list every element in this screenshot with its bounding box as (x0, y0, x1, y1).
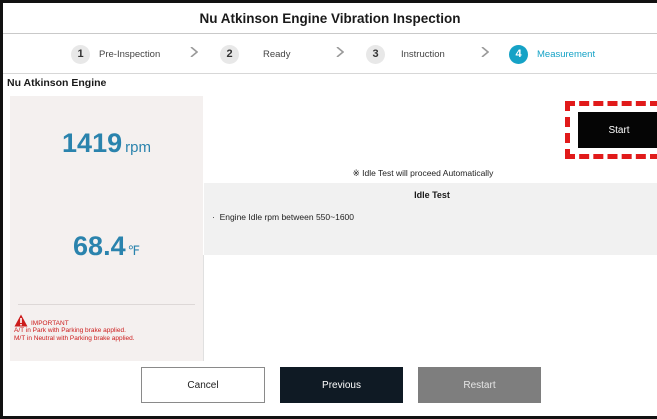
section-title: Nu Atkinson Engine (7, 77, 107, 89)
step-ready[interactable]: 2 Ready (220, 44, 290, 64)
cancel-button[interactable]: Cancel (141, 367, 265, 403)
step-number: 3 (366, 44, 385, 64)
step-label: Pre-Inspection (99, 48, 161, 60)
window-title-bar: Nu Atkinson Engine Vibration Inspection (3, 3, 657, 34)
panel-divider (18, 304, 195, 305)
rpm-reading: 1419 rpm (10, 128, 203, 159)
previous-button[interactable]: Previous (280, 367, 403, 403)
step-measurement[interactable]: 4 Measurement (509, 44, 595, 64)
auto-proceed-note: ※ Idle Test will proceed Automatically (352, 168, 494, 178)
chevron-right-icon (481, 47, 489, 57)
step-label: Instruction (401, 48, 445, 60)
rpm-unit: rpm (125, 139, 151, 156)
chevron-right-icon (336, 47, 344, 57)
idle-test-box: Idle Test · Engine Idle rpm between 550~… (204, 183, 657, 255)
step-number: 4 (509, 44, 528, 64)
temperature-unit: ℉ (127, 243, 140, 258)
app-window: Nu Atkinson Engine Vibration Inspection … (0, 0, 657, 419)
step-instruction[interactable]: 3 Instruction (366, 44, 445, 64)
step-label: Measurement (537, 48, 596, 60)
restart-button[interactable]: Restart (418, 367, 541, 403)
temperature-value: 68.4 (73, 231, 126, 261)
temperature-reading: 68.4 ℉ (10, 231, 203, 262)
important-line: A/T in Park with Parking brake applied. (14, 327, 126, 334)
important-line: M/T in Neutral with Parking brake applie… (14, 335, 135, 342)
important-heading: IMPORTANT (31, 320, 69, 327)
start-button[interactable]: Start (578, 112, 657, 148)
chevron-right-icon (190, 47, 198, 57)
window-title: Nu Atkinson Engine Vibration Inspection (199, 10, 461, 26)
step-number: 1 (71, 44, 90, 64)
rpm-value: 1419 (62, 128, 123, 158)
step-pre-inspection[interactable]: 1 Pre-Inspection (71, 44, 160, 64)
idle-test-item: · Engine Idle rpm between 550~1600 (212, 212, 354, 222)
content-divider (203, 255, 204, 361)
idle-test-title: Idle Test (414, 190, 450, 200)
step-label: Ready (263, 48, 291, 60)
progress-stepper: 1 Pre-Inspection 2 Ready 3 Instruction 4… (3, 34, 657, 74)
warning-icon (14, 314, 28, 327)
readings-panel: 1419 rpm 68.4 ℉ IMPORTANT A/T in Park with… (10, 96, 203, 361)
step-number: 2 (220, 44, 239, 64)
idle-test-item-text: Engine Idle rpm between 550~1600 (219, 212, 355, 222)
bullet-icon: · (212, 212, 220, 222)
